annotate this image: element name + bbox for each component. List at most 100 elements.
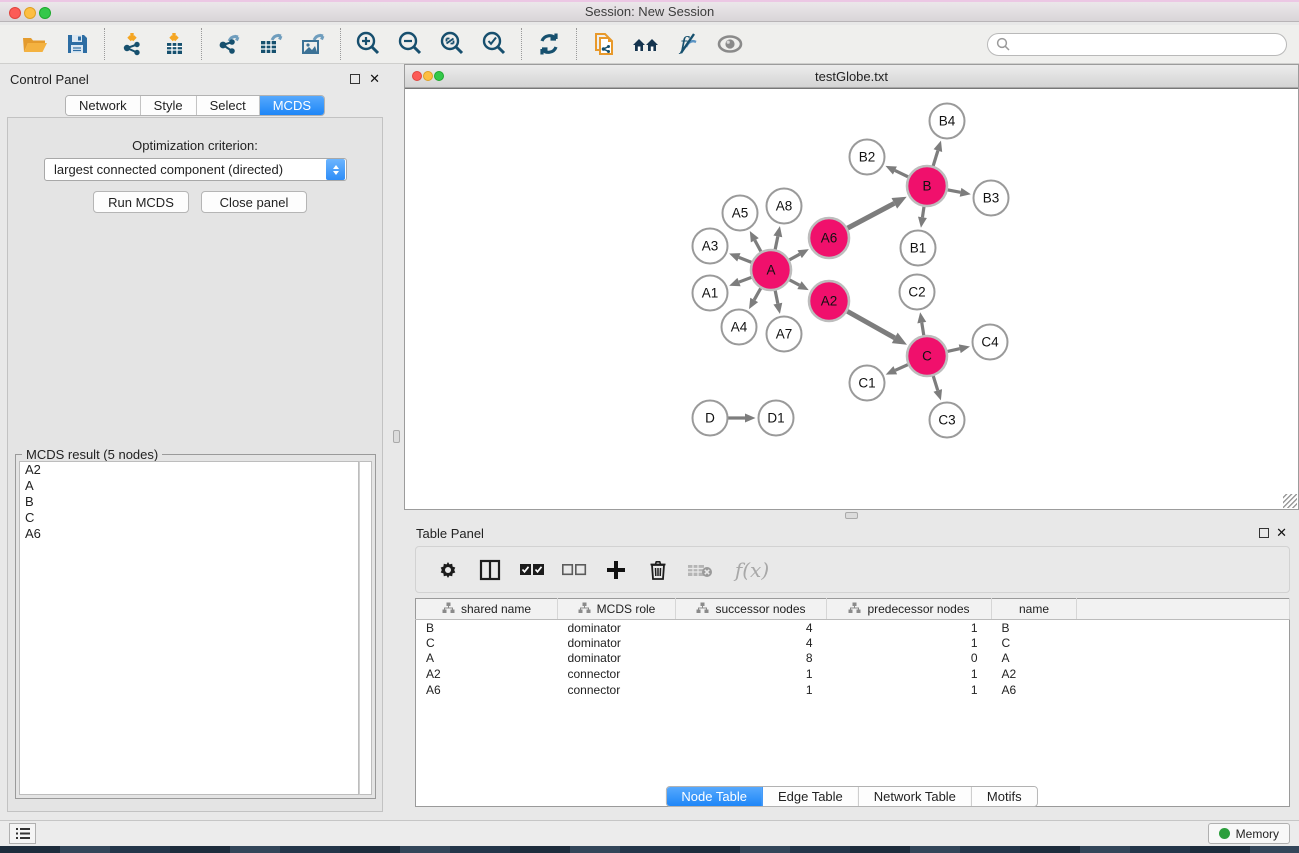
node-label: A <box>766 263 775 278</box>
table-row[interactable]: A6connector11A6 <box>416 682 1290 698</box>
annotations-button[interactable]: f <box>670 28 706 60</box>
apply-layout-button[interactable] <box>531 28 567 60</box>
node-label: B2 <box>859 150 876 165</box>
tab-select[interactable]: Select <box>197 96 260 115</box>
control-panel-title: Control Panel <box>10 72 89 87</box>
import-table-icon <box>161 31 188 58</box>
tab-network-table[interactable]: Network Table <box>859 787 972 806</box>
function-builder-button[interactable]: f(x) <box>728 555 776 585</box>
close-window-icon[interactable] <box>9 7 21 19</box>
table-tabs: Node TableEdge TableNetwork TableMotifs <box>665 786 1037 807</box>
resize-grip-icon[interactable] <box>1283 494 1297 508</box>
mcds-result-scrollbar[interactable] <box>359 461 372 795</box>
hierarchy-icon <box>442 602 455 617</box>
table-row[interactable]: A2connector11A2 <box>416 666 1290 682</box>
zoom-in-icon <box>354 30 382 58</box>
edge-arrowhead-icon <box>917 312 926 323</box>
column-header-predecessor-nodes[interactable]: predecessor nodes <box>827 599 992 620</box>
open-session-button[interactable] <box>17 28 53 60</box>
function-builder-icon: f(x) <box>735 558 769 582</box>
tab-network[interactable]: Network <box>66 96 141 115</box>
table-row[interactable]: Adominator80A <box>416 651 1290 667</box>
mcds-result-item[interactable]: A2 <box>20 462 358 478</box>
zoom-out-button[interactable] <box>392 28 428 60</box>
home-button[interactable] <box>628 28 664 60</box>
gear-button[interactable] <box>434 555 462 585</box>
import-table-button[interactable] <box>156 28 192 60</box>
desktop-background <box>0 846 1299 853</box>
close-panel-icon[interactable]: ✕ <box>369 71 380 87</box>
minimize-window-icon[interactable] <box>24 7 36 19</box>
run-mcds-button[interactable]: Run MCDS <box>93 191 189 213</box>
memory-status-icon <box>1219 828 1230 839</box>
import-network-icon <box>119 31 146 58</box>
edge-arrowhead-icon <box>960 188 971 197</box>
column-header-name[interactable]: name <box>992 599 1077 620</box>
export-network-button[interactable] <box>211 28 247 60</box>
float-table-panel-icon[interactable] <box>1259 528 1269 538</box>
criterion-select[interactable]: largest connected component (directed) <box>44 158 347 181</box>
node-label: B1 <box>910 241 927 256</box>
network-close-icon[interactable] <box>412 71 422 81</box>
hierarchy-icon <box>578 602 591 617</box>
gear-icon <box>437 559 459 581</box>
graphics-details-button[interactable] <box>712 28 748 60</box>
node-label: D1 <box>767 411 784 426</box>
deselect-all-button[interactable] <box>560 555 588 585</box>
task-history-button[interactable] <box>9 823 36 844</box>
node-label: A5 <box>732 206 749 221</box>
delete-button[interactable] <box>644 555 672 585</box>
export-table-icon <box>257 31 285 58</box>
mcds-result-item[interactable]: C <box>20 510 358 526</box>
network-minimize-icon[interactable] <box>423 71 433 81</box>
node-table[interactable]: shared nameMCDS rolesuccessor nodesprede… <box>415 598 1290 807</box>
edge-arrowhead-icon <box>934 141 943 152</box>
table-toolbar: f(x) <box>415 546 1290 593</box>
tab-style[interactable]: Style <box>141 96 197 115</box>
close-table-panel-icon[interactable]: ✕ <box>1276 525 1287 541</box>
node-label: B3 <box>983 191 1000 206</box>
export-network-icon <box>215 31 243 58</box>
delete-table-icon <box>687 561 713 579</box>
delete-table-button[interactable] <box>686 555 714 585</box>
horizontal-splitter-handle[interactable] <box>845 512 858 519</box>
tab-motifs[interactable]: Motifs <box>972 787 1037 806</box>
network-window-titlebar[interactable]: testGlobe.txt <box>405 65 1298 88</box>
memory-button[interactable]: Memory <box>1208 823 1290 844</box>
optimization-criterion-label: Optimization criterion: <box>8 138 382 153</box>
close-panel-button[interactable]: Close panel <box>201 191 307 213</box>
copy-network-button[interactable] <box>586 28 622 60</box>
select-all-button[interactable] <box>518 555 546 585</box>
export-table-button[interactable] <box>253 28 289 60</box>
tab-mcds[interactable]: MCDS <box>260 96 324 115</box>
node-label: C3 <box>938 413 955 428</box>
mcds-result-list[interactable]: A2ABCA6 <box>19 461 359 795</box>
save-session-button[interactable] <box>59 28 95 60</box>
mcds-result-item[interactable]: A <box>20 478 358 494</box>
zoom-window-icon[interactable] <box>39 7 51 19</box>
table-row[interactable]: Bdominator41B <box>416 620 1290 636</box>
tab-node-table[interactable]: Node Table <box>666 787 763 806</box>
network-canvas[interactable]: B4B2BB3A8A5A6A3B1AA1C2A2A4A7C4CC1C3DD1 <box>405 88 1298 509</box>
column-header-successor-nodes[interactable]: successor nodes <box>676 599 827 620</box>
mcds-result-item[interactable]: B <box>20 494 358 510</box>
float-panel-icon[interactable] <box>350 74 360 84</box>
export-image-button[interactable] <box>295 28 331 60</box>
mcds-result-item[interactable]: A6 <box>20 526 358 542</box>
add-column-button[interactable] <box>602 555 630 585</box>
column-header-shared-name[interactable]: shared name <box>416 599 558 620</box>
zoom-fit-button[interactable] <box>434 28 470 60</box>
search-input[interactable] <box>987 33 1287 56</box>
column-header-MCDS-role[interactable]: MCDS role <box>558 599 676 620</box>
vertical-splitter-handle[interactable] <box>393 430 400 443</box>
table-row[interactable]: Cdominator41C <box>416 635 1290 651</box>
edge-arrowhead-icon <box>773 303 782 314</box>
mcds-panel: Optimization criterion: largest connecte… <box>7 117 383 812</box>
zoom-selected-button[interactable] <box>476 28 512 60</box>
column-layout-button[interactable] <box>476 555 504 585</box>
zoom-in-button[interactable] <box>350 28 386 60</box>
network-zoom-icon[interactable] <box>434 71 444 81</box>
copy-network-icon <box>590 30 618 58</box>
tab-edge-table[interactable]: Edge Table <box>763 787 859 806</box>
import-network-button[interactable] <box>114 28 150 60</box>
